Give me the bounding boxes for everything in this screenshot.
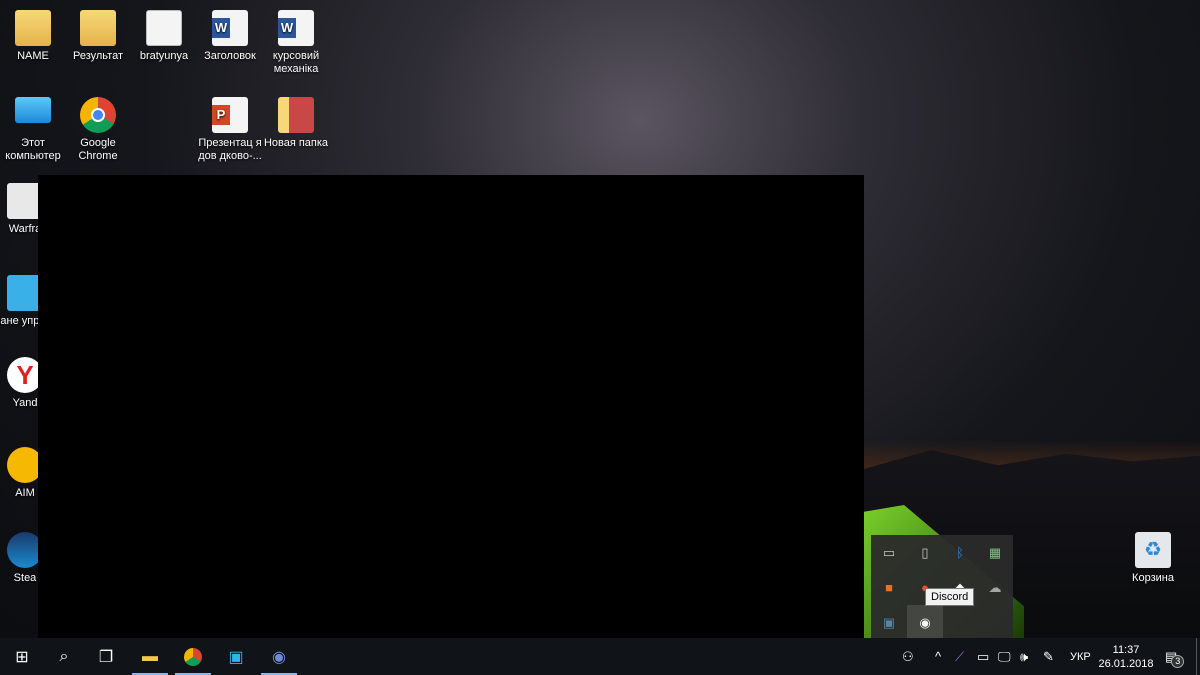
taskbar: ⊞ ⌕ ❐ ▬ ▣ ◉ ⚇ ^ ⟋ ▭ 🖵 🕪 ✎ УКР 11:37 26.01… (0, 638, 1200, 675)
feather-tray-icon[interactable]: ⟋ (955, 638, 964, 675)
desktop-icon-result[interactable]: Результат (63, 10, 133, 63)
usb-tray-icon[interactable]: ▯ (907, 535, 943, 570)
desktop-icon-new-folder[interactable]: Новая папка (261, 97, 331, 150)
taskbar-file-explorer[interactable]: ▬ (128, 638, 172, 675)
word-doc-icon (278, 10, 314, 46)
folder-icon: ▬ (142, 647, 158, 665)
taskbar-discord[interactable]: ◉ (257, 638, 301, 675)
chrome-icon (184, 647, 202, 666)
taskbar-control-panel[interactable]: ▣ (214, 638, 258, 675)
folder-icon (80, 10, 116, 46)
date: 26.01.2018 (1098, 658, 1154, 670)
bluetooth-icon[interactable]: ᛒ (942, 535, 978, 570)
desktop-icon-name[interactable]: NAME (0, 10, 68, 63)
discord-icon: ◉ (272, 648, 286, 666)
folder-user-icon (15, 10, 51, 46)
tray-overflow-popup: ▭ ▯ ᛒ ▦ ■ ● ◆ ☁ ▣ ◉ (871, 535, 1013, 640)
taskbar-chrome[interactable] (171, 638, 215, 675)
computer-icon (15, 97, 51, 123)
desktop-icon-chrome[interactable]: Google Chrome (63, 97, 133, 163)
task-view-button[interactable]: ❐ (84, 638, 128, 675)
desktop-icon-presentation[interactable]: Презентац я дов дково-... (195, 97, 265, 163)
black-window[interactable] (38, 175, 864, 638)
folder-icon (278, 97, 314, 133)
discord-tray-icon[interactable]: ◉ (907, 605, 943, 640)
powerpoint-icon (212, 97, 248, 133)
monitor-tray-icon[interactable]: ▦ (977, 535, 1013, 570)
recycle-bin-icon: ♻ (1135, 532, 1171, 568)
desktop-icon-kursovyi[interactable]: курсовий механіка (261, 10, 331, 76)
control-panel-icon: ▣ (228, 648, 244, 666)
word-doc-icon (212, 10, 248, 46)
text-doc-icon (146, 10, 182, 46)
task-view-icon: ❐ (98, 648, 114, 666)
time: 11:37 (1112, 644, 1140, 656)
people-icon[interactable]: ⚇ (902, 638, 914, 675)
java-tray-icon[interactable]: ■ (871, 570, 907, 605)
volume-icon[interactable]: 🕪 (1020, 638, 1028, 675)
chrome-icon (80, 97, 116, 133)
onedrive-icon[interactable]: ☁ (977, 570, 1013, 605)
power-icon[interactable]: ▭ (977, 638, 989, 675)
start-button[interactable]: ⊞ (0, 638, 44, 675)
search-icon: ⌕ (59, 647, 69, 665)
desktop-icon-recycle-bin[interactable]: ♻ Корзина (1118, 532, 1188, 585)
network-icon[interactable]: 🖵 (998, 638, 1011, 675)
windows-icon: ⊞ (15, 648, 29, 666)
desktop-icon-bratyunya[interactable]: bratyunya (129, 10, 199, 63)
desktop-icon-zagolovok[interactable]: Заголовок (195, 10, 265, 63)
app-tray-icon[interactable]: ▣ (871, 605, 907, 640)
search-button[interactable]: ⌕ (42, 638, 86, 675)
discord-tooltip: Discord (925, 588, 975, 606)
notification-count: 3 (1171, 655, 1185, 668)
display-tray-icon[interactable]: ▭ (871, 535, 907, 570)
language-indicator[interactable]: УКР (1070, 638, 1091, 675)
show-desktop-button[interactable] (1196, 638, 1200, 675)
show-hidden-icons-chevron[interactable]: ^ (935, 638, 941, 675)
pen-icon[interactable]: ✎ (1043, 638, 1054, 675)
clock[interactable]: 11:37 26.01.2018 (1096, 643, 1156, 671)
desktop-icon-this-pc[interactable]: Этот компьютер (0, 97, 68, 163)
action-center-button[interactable]: ▤ 3 (1165, 638, 1185, 675)
